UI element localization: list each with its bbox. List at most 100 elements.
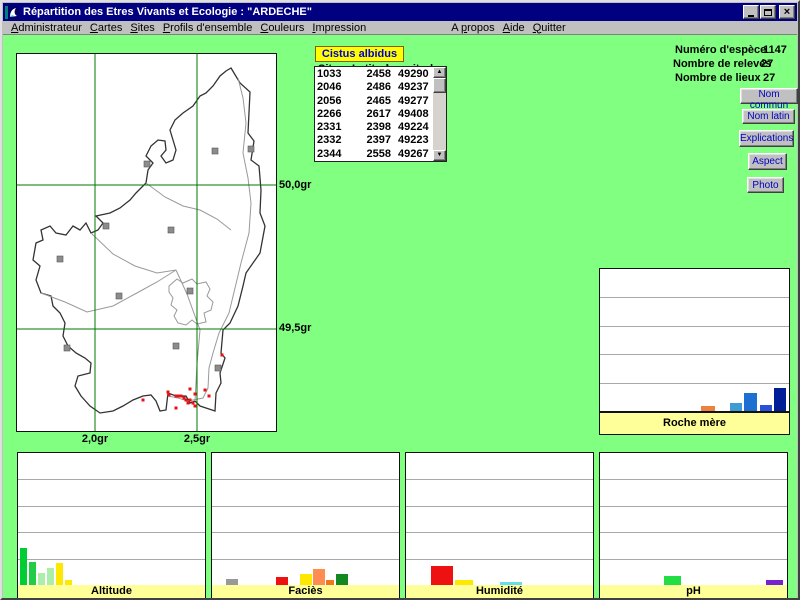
- gridline: [212, 479, 399, 480]
- site-list-scrollbar[interactable]: ▲ ▼: [433, 67, 446, 161]
- bar: [313, 569, 325, 585]
- stat-label: Numéro d'espèce: [675, 44, 766, 56]
- menu-bar: AdministrateurCartesSitesProfils d'ensem…: [3, 21, 797, 35]
- menu-item-administrateur[interactable]: Administrateur: [7, 22, 86, 34]
- latitude-cell: 2558: [351, 148, 391, 160]
- latitude-cell: 2617: [351, 108, 391, 121]
- bar: [744, 393, 757, 411]
- gridline: [18, 479, 205, 480]
- title-bar[interactable]: Répartition des Etres Vivants et Ecologi…: [3, 3, 797, 21]
- gridline: [600, 326, 789, 327]
- aspect-button[interactable]: Aspect: [748, 153, 787, 170]
- nom-commun-button[interactable]: Nom commun: [740, 88, 798, 104]
- bar: [276, 577, 288, 585]
- chart-label: Altitude: [18, 585, 205, 599]
- scrollbar-thumb[interactable]: [433, 78, 446, 93]
- map-canvas: [17, 54, 276, 431]
- chart-panel-altitude: Altitude: [17, 452, 206, 600]
- table-row[interactable]: 2046248649237: [317, 81, 431, 94]
- chart-label: Faciès: [212, 585, 399, 599]
- bar: [336, 574, 348, 585]
- gridline: [600, 479, 787, 480]
- longitude-cell: 49290: [398, 68, 429, 81]
- scroll-down-icon[interactable]: ▼: [433, 150, 446, 161]
- longitude-cell: 49408: [398, 108, 429, 121]
- gridline: [600, 354, 789, 355]
- bar: [47, 568, 54, 585]
- gridline: [600, 297, 789, 298]
- gridline: [212, 559, 399, 560]
- table-row[interactable]: 2331239849224: [317, 121, 431, 134]
- occurrence-dots: [142, 354, 224, 410]
- site-cell: 1033: [317, 68, 351, 81]
- close-button[interactable]: ×: [779, 5, 795, 19]
- bar: [431, 566, 453, 585]
- bar: [701, 406, 715, 411]
- menu-item-a-propos[interactable]: A propos: [447, 22, 498, 34]
- department-outline: [33, 68, 265, 413]
- bar: [760, 405, 772, 411]
- scroll-up-icon[interactable]: ▲: [433, 67, 446, 78]
- gridline: [600, 532, 787, 533]
- site-list[interactable]: 1033245849290204624864923720562465492772…: [314, 66, 447, 162]
- chart-plot-area: [600, 269, 789, 413]
- chart-panel-humidite: Humidité: [405, 452, 594, 600]
- gridline: [406, 506, 593, 507]
- bar: [56, 563, 63, 585]
- site-cell: 2266: [317, 108, 351, 121]
- gridline: [600, 506, 787, 507]
- stat-value: 1147: [763, 44, 787, 56]
- ardeche-map[interactable]: [16, 53, 277, 432]
- menu-item-aide[interactable]: Aide: [499, 22, 529, 34]
- table-row[interactable]: 2344255849267: [317, 148, 431, 160]
- stat-releves-count: Nombre de relevés 27: [673, 58, 771, 70]
- longitude-cell: 49223: [398, 134, 429, 147]
- stat-value: 27: [763, 72, 775, 84]
- chart-plot-area: [18, 453, 205, 587]
- table-row[interactable]: 2056246549277: [317, 95, 431, 108]
- bar: [730, 403, 742, 411]
- menu-item-sites[interactable]: Sites: [126, 22, 158, 34]
- minimize-button[interactable]: [743, 5, 759, 19]
- chart-plot-area: [406, 453, 593, 587]
- menu-item-quitter[interactable]: Quitter: [529, 22, 570, 34]
- menu-item-cartes[interactable]: Cartes: [86, 22, 126, 34]
- menu-item-profils-d-ensemble[interactable]: Profils d'ensemble: [159, 22, 257, 34]
- bar: [29, 562, 36, 585]
- gridline: [600, 559, 787, 560]
- site-cell: 2332: [317, 134, 351, 147]
- explications-button[interactable]: Explications: [739, 130, 794, 147]
- bar: [300, 574, 312, 585]
- stat-species-number: Numéro d'espèce 1147: [675, 44, 766, 56]
- table-row[interactable]: 1033245849290: [317, 68, 431, 81]
- menu-item-impression[interactable]: Impression: [308, 22, 370, 34]
- chart-plot-area: [600, 453, 787, 587]
- app-window: Répartition des Etres Vivants et Ecologi…: [0, 0, 800, 600]
- chart-label: Roche mère: [600, 413, 789, 434]
- map-latitude-label: 50,0gr: [279, 179, 311, 191]
- gridline: [406, 559, 593, 560]
- nom-latin-button[interactable]: Nom latin: [742, 109, 795, 124]
- latitude-cell: 2486: [351, 81, 391, 94]
- table-row[interactable]: 2332239749223: [317, 134, 431, 147]
- longitude-cell: 49237: [398, 81, 429, 94]
- map-longitude-label: 2,0gr: [77, 433, 113, 445]
- site-markers: [57, 146, 254, 371]
- window-title: Répartition des Etres Vivants et Ecologi…: [23, 6, 312, 18]
- longitude-cell: 49224: [398, 121, 429, 134]
- gridline: [18, 506, 205, 507]
- maximize-button[interactable]: [760, 5, 776, 19]
- bar: [20, 548, 27, 585]
- chart-panel-ph: pH: [599, 452, 788, 600]
- stat-lieux-count: Nombre de lieux 27: [675, 72, 761, 84]
- gridline: [18, 559, 205, 560]
- chart-panel-facies: Faciès: [211, 452, 400, 600]
- photo-button[interactable]: Photo: [747, 177, 784, 193]
- site-cell: 2344: [317, 148, 351, 160]
- menu-item-couleurs[interactable]: Couleurs: [256, 22, 308, 34]
- chart-panel-roche-mere: Roche mère: [599, 268, 790, 435]
- table-row[interactable]: 22662617 49408: [317, 108, 431, 121]
- map-longitude-label: 2,5gr: [179, 433, 215, 445]
- site-cell: 2056: [317, 95, 351, 108]
- bar: [38, 573, 45, 585]
